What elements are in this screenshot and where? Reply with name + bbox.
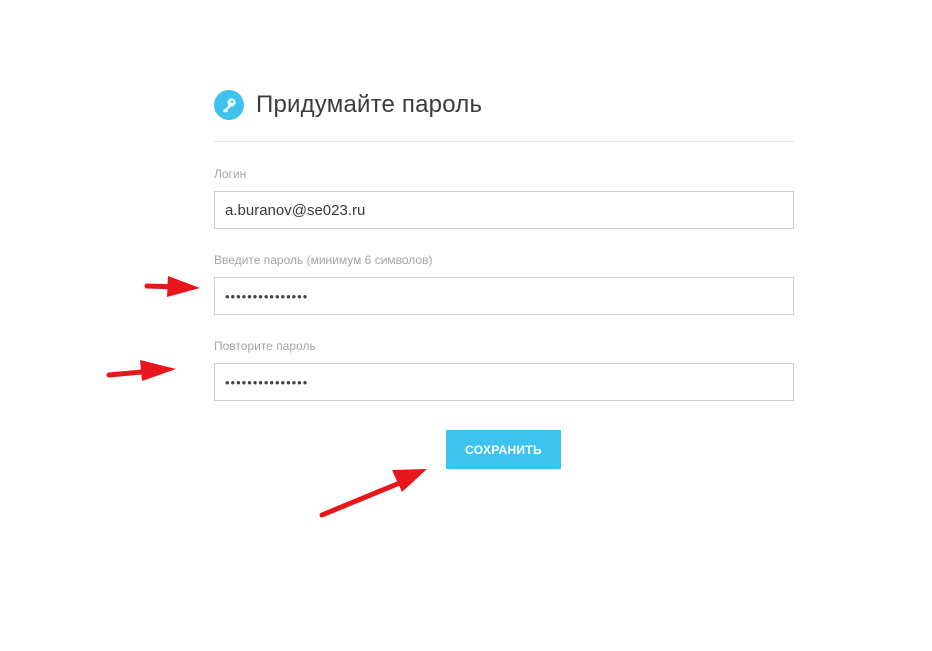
arrow-to-password-repeat (106, 360, 176, 381)
page-title: Придумайте пароль (256, 91, 483, 118)
arrow-to-password (144, 276, 200, 297)
form-header: Придумайте пароль (214, 90, 794, 120)
page: Придумайте пароль Логин a.buranov@se023.… (0, 0, 932, 651)
password-repeat-label: Повторите пароль (214, 339, 316, 353)
header-divider (214, 141, 794, 142)
save-button[interactable]: СОХРАНИТЬ (446, 430, 561, 469)
login-field[interactable]: a.buranov@se023.ru (214, 191, 794, 229)
arrow-to-save-button (319, 469, 427, 518)
key-icon (214, 90, 244, 120)
login-label: Логин (214, 167, 247, 181)
password-label: Введите пароль (минимум 6 символов) (214, 253, 433, 267)
password-field[interactable]: ••••••••••••••• (214, 277, 794, 315)
password-repeat-field[interactable]: ••••••••••••••• (214, 363, 794, 401)
password-form: Придумайте пароль Логин a.buranov@se023.… (214, 90, 794, 401)
